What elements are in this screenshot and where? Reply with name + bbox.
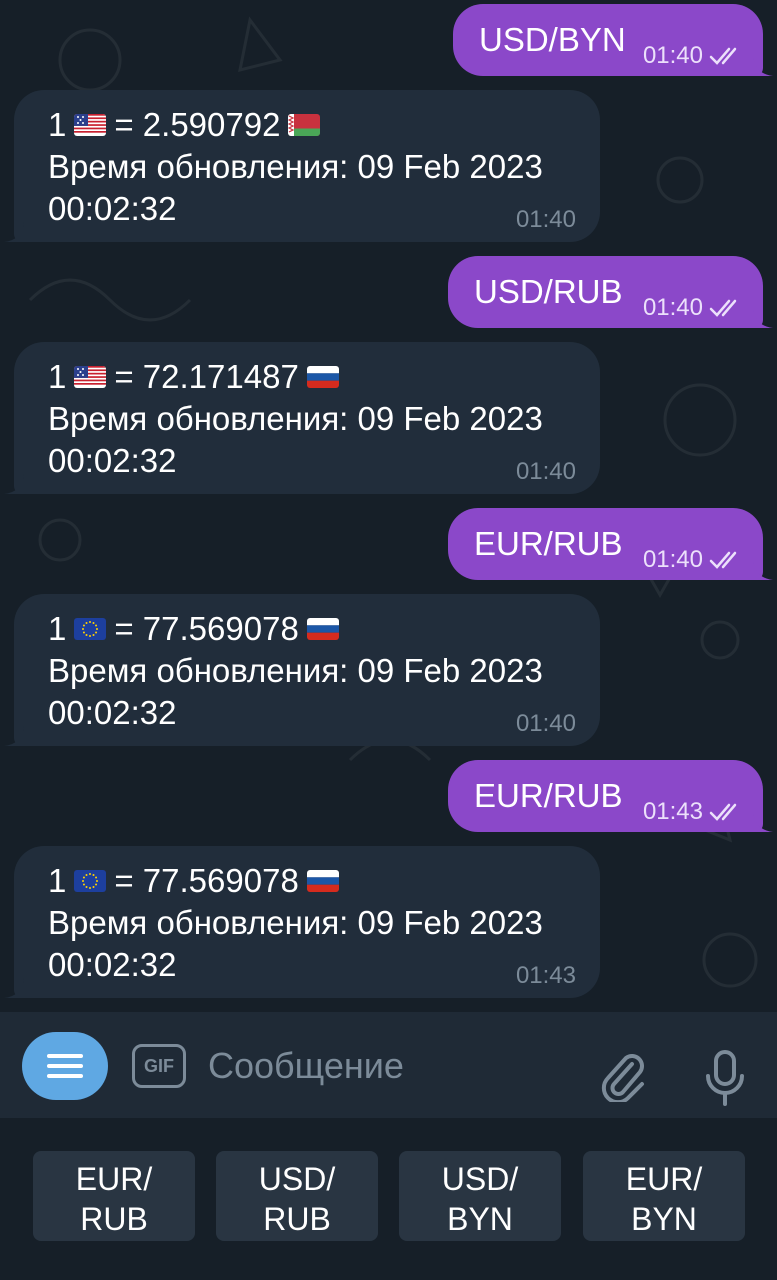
gif-icon[interactable]: GIF	[132, 1044, 186, 1088]
incoming-message[interactable]: 1 = 2.590792 Время обновления: 09 Feb 2023…	[4, 90, 600, 242]
read-checkmarks-icon	[709, 551, 737, 569]
update-label: Время обновления: 09 Feb 2023	[48, 400, 543, 437]
amount: 1	[48, 862, 67, 899]
bot-menu-button[interactable]	[22, 1032, 108, 1100]
bot-reply-keyboard: EUR/RUB USD/RUB USD/BYN EUR/BYN	[0, 1118, 777, 1280]
message-meta: 01:40	[643, 42, 747, 70]
keyboard-button-usd-byn[interactable]: USD/BYN	[399, 1151, 561, 1241]
rate-value: = 77.569078	[114, 862, 299, 899]
eu-flag-icon	[74, 618, 107, 640]
bubble-tail	[753, 56, 773, 76]
message-text: EUR/RUB	[474, 777, 623, 814]
message-time: 01:43	[642, 798, 703, 825]
message-time: 01:40	[515, 458, 576, 485]
eu-flag-icon	[74, 870, 107, 892]
message-text: USD/RUB	[474, 273, 623, 310]
incoming-message[interactable]: 1 = 77.569078 Время обновления: 09 Feb 202…	[4, 846, 600, 998]
rate-line: 1 = 77.569078	[48, 608, 600, 650]
rate-line: 1 = 77.569078	[48, 860, 600, 902]
message-input[interactable]	[208, 1042, 578, 1090]
keyboard-button-eur-byn[interactable]: EUR/BYN	[583, 1151, 745, 1241]
amount: 1	[48, 358, 67, 395]
read-checkmarks-icon	[709, 299, 737, 317]
bubble-tail	[4, 978, 24, 998]
outgoing-message[interactable]: EUR/RUB 01:40	[448, 508, 773, 580]
message-time: 01:40	[642, 546, 703, 573]
message-text: USD/BYN	[479, 21, 626, 58]
by-flag-icon	[288, 114, 321, 136]
read-checkmarks-icon	[709, 803, 737, 821]
outgoing-message[interactable]: USD/BYN 01:40	[453, 4, 773, 76]
read-checkmarks-icon	[709, 47, 737, 65]
rate-value: = 72.171487	[114, 358, 299, 395]
keyboard-button-usd-rub[interactable]: USD/RUB	[216, 1151, 378, 1241]
amount: 1	[48, 610, 67, 647]
message-text: EUR/RUB	[474, 525, 623, 562]
message-meta: 01:43	[643, 798, 747, 826]
incoming-message[interactable]: 1 = 77.569078 Время обновления: 09 Feb 202…	[4, 594, 600, 746]
paperclip-icon[interactable]	[598, 1050, 646, 1102]
us-flag-icon	[74, 366, 107, 388]
bubble-tail	[4, 222, 24, 242]
bubble-tail	[4, 474, 24, 494]
microphone-icon[interactable]	[702, 1050, 748, 1106]
message-time: 01:40	[642, 42, 703, 69]
update-label: Время обновления: 09 Feb 2023	[48, 148, 543, 185]
menu-icon	[47, 1054, 83, 1078]
rate-value: = 2.590792	[114, 106, 281, 143]
bubble-tail	[753, 308, 773, 328]
bubble-tail	[753, 812, 773, 832]
bubble-tail	[753, 560, 773, 580]
rate-value: = 77.569078	[114, 610, 299, 647]
rate-line: 1 = 72.171487	[48, 356, 600, 398]
bubble-tail	[4, 726, 24, 746]
message-time: 01:40	[515, 206, 576, 233]
message-meta: 01:40	[643, 546, 747, 574]
ru-flag-icon	[306, 366, 339, 388]
message-input-bar: GIF	[0, 1012, 777, 1118]
message-time: 01:43	[515, 962, 576, 989]
message-list[interactable]: USD/BYN 01:40 1 = 2.590792 Время обновления:…	[0, 0, 777, 1012]
us-flag-icon	[74, 114, 107, 136]
outgoing-message[interactable]: USD/RUB 01:40	[448, 256, 773, 328]
keyboard-button-eur-rub[interactable]: EUR/RUB	[33, 1151, 195, 1241]
rate-line: 1 = 2.590792	[48, 104, 600, 146]
message-meta: 01:40	[643, 294, 747, 322]
telegram-chat-screen: USD/BYN 01:40 1 = 2.590792 Время обновления:…	[0, 0, 777, 1280]
update-label: Время обновления: 09 Feb 2023	[48, 652, 543, 689]
amount: 1	[48, 106, 67, 143]
ru-flag-icon	[306, 618, 339, 640]
update-label: Время обновления: 09 Feb 2023	[48, 904, 543, 941]
incoming-message[interactable]: 1 = 72.171487 Время обновления: 09 Feb 202…	[4, 342, 600, 494]
ru-flag-icon	[306, 870, 339, 892]
message-time: 01:40	[515, 710, 576, 737]
outgoing-message[interactable]: EUR/RUB 01:43	[448, 760, 773, 832]
message-time: 01:40	[642, 294, 703, 321]
